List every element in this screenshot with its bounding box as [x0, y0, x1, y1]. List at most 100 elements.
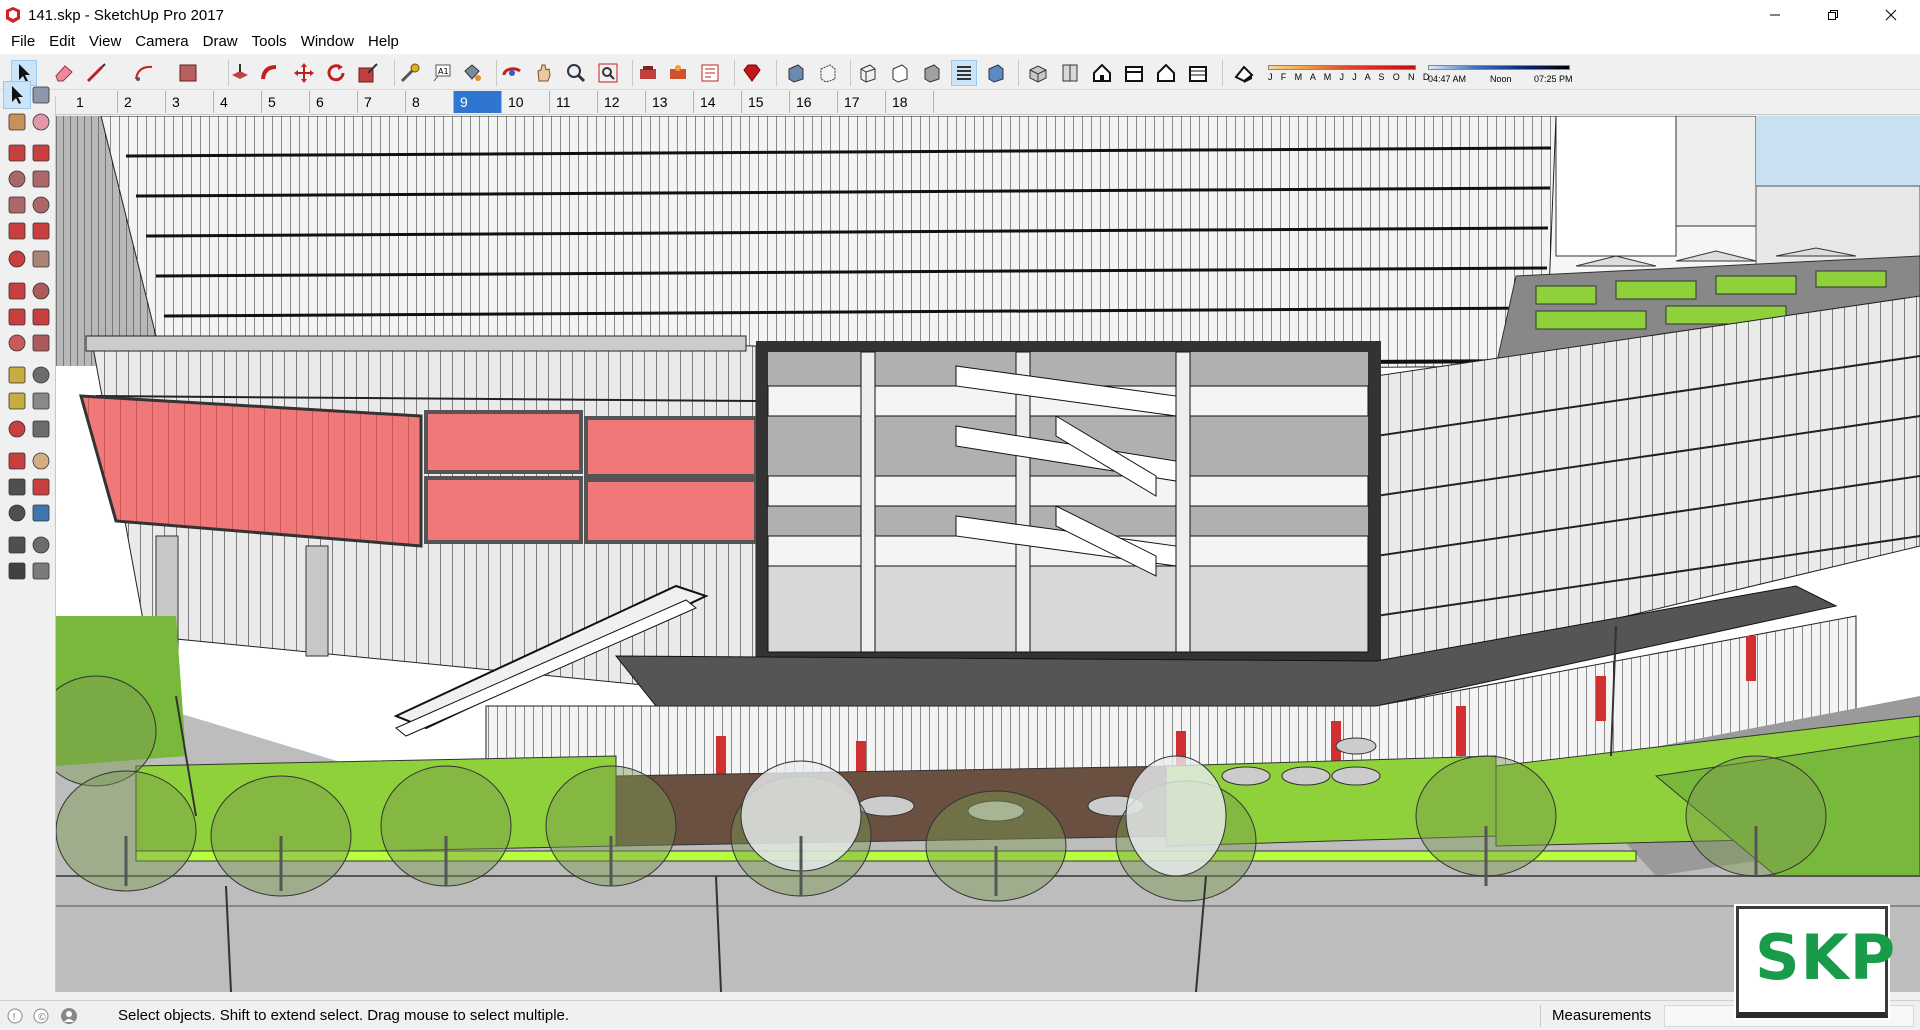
three-point-arc-icon[interactable] — [4, 246, 30, 272]
model-viewport[interactable] — [56, 116, 1920, 992]
paint-bucket-icon[interactable] — [460, 61, 484, 85]
look-around-icon[interactable] — [28, 532, 54, 558]
push-pull-icon[interactable] — [28, 278, 54, 304]
component-tool-icon[interactable] — [28, 82, 54, 108]
previous-view-icon[interactable] — [28, 500, 54, 526]
wireframe-icon[interactable] — [856, 61, 880, 85]
shaded-with-textures-icon[interactable] — [951, 60, 977, 86]
restore-icon[interactable] — [1804, 0, 1862, 30]
scene-tab-7[interactable]: 7 — [358, 91, 406, 113]
menu-view[interactable]: View — [82, 30, 128, 54]
menu-window[interactable]: Window — [294, 30, 361, 54]
axes-icon[interactable] — [4, 416, 30, 442]
select-tool-icon[interactable] — [3, 81, 31, 109]
3d-warehouse-icon[interactable] — [636, 61, 660, 85]
hidden-line-icon[interactable] — [888, 61, 912, 85]
back-edges-icon[interactable] — [816, 61, 840, 85]
scale-icon[interactable] — [356, 61, 380, 85]
shadow-settings-icon[interactable] — [1232, 61, 1256, 85]
right-view-icon[interactable] — [1122, 61, 1146, 85]
zoom-extents-icon[interactable] — [4, 500, 30, 526]
orbit-icon[interactable] — [4, 448, 30, 474]
monochrome-icon[interactable] — [984, 61, 1008, 85]
orbit-icon[interactable] — [500, 61, 524, 85]
scene-tab-10[interactable]: 10 — [502, 91, 550, 113]
scene-tab-14[interactable]: 14 — [694, 91, 742, 113]
scene-tab-12[interactable]: 12 — [598, 91, 646, 113]
eraser-icon[interactable] — [28, 109, 54, 135]
ruby-console-icon[interactable] — [740, 61, 764, 85]
3d-text-icon[interactable] — [28, 416, 54, 442]
scene-tab-2[interactable]: 2 — [118, 91, 166, 113]
freehand-icon[interactable] — [28, 140, 54, 166]
follow-me-icon[interactable] — [28, 304, 54, 330]
pan-icon[interactable] — [28, 448, 54, 474]
scene-tab-9[interactable]: 9 — [454, 91, 502, 113]
move-icon[interactable] — [292, 61, 316, 85]
layout-icon[interactable] — [698, 61, 722, 85]
pan-icon[interactable] — [532, 61, 556, 85]
time-slider-bar[interactable] — [1428, 65, 1570, 70]
menu-tools[interactable]: Tools — [245, 30, 294, 54]
scene-tab-6[interactable]: 6 — [310, 91, 358, 113]
scene-tab-15[interactable]: 15 — [742, 91, 790, 113]
scene-tab-16[interactable]: 16 — [790, 91, 838, 113]
scale-icon[interactable] — [4, 330, 30, 356]
pie-icon[interactable] — [28, 246, 54, 272]
walk-icon[interactable] — [4, 558, 30, 584]
scene-tab-4[interactable]: 4 — [214, 91, 262, 113]
left-view-icon[interactable] — [1186, 61, 1210, 85]
geo-location-icon[interactable]: ! — [6, 1007, 24, 1025]
rotate-icon[interactable] — [324, 61, 348, 85]
zoom-icon[interactable] — [564, 61, 588, 85]
front-view-icon[interactable] — [1090, 61, 1114, 85]
protractor-icon[interactable] — [4, 388, 30, 414]
rectangle-icon[interactable] — [176, 61, 200, 85]
iso-view-icon[interactable] — [1026, 61, 1050, 85]
close-icon[interactable] — [1862, 0, 1920, 30]
zoom-icon[interactable] — [4, 474, 30, 500]
scene-tab-11[interactable]: 11 — [550, 91, 598, 113]
rotate-icon[interactable] — [4, 304, 30, 330]
extension-warehouse-icon[interactable] — [666, 61, 690, 85]
scene-tab-1[interactable]: 1 — [70, 91, 118, 113]
text-icon[interactable] — [28, 388, 54, 414]
text-icon[interactable]: A1 — [430, 61, 454, 85]
xray-icon[interactable] — [784, 61, 808, 85]
paint-bucket-icon[interactable] — [4, 109, 30, 135]
two-point-arc-icon[interactable] — [28, 218, 54, 244]
menu-camera[interactable]: Camera — [128, 30, 195, 54]
tape-measure-icon[interactable] — [4, 362, 30, 388]
line-tool-icon[interactable] — [4, 140, 30, 166]
position-camera-icon[interactable] — [4, 532, 30, 558]
eraser-icon[interactable] — [52, 61, 76, 85]
scene-tab-5[interactable]: 5 — [262, 91, 310, 113]
scene-tab-8[interactable]: 8 — [406, 91, 454, 113]
dimension-icon[interactable] — [28, 362, 54, 388]
move-icon[interactable] — [4, 278, 30, 304]
arc-icon[interactable] — [132, 61, 156, 85]
tape-measure-icon[interactable] — [398, 61, 422, 85]
shaded-icon[interactable] — [920, 61, 944, 85]
credits-icon[interactable]: © — [32, 1007, 50, 1025]
section-plane-icon[interactable] — [28, 558, 54, 584]
polygon-icon[interactable] — [28, 192, 54, 218]
circle-icon[interactable] — [4, 192, 30, 218]
follow-me-icon[interactable] — [258, 61, 282, 85]
scene-tab-3[interactable]: 3 — [166, 91, 214, 113]
user-icon[interactable] — [60, 1007, 78, 1025]
scene-tab-13[interactable]: 13 — [646, 91, 694, 113]
zoom-extents-icon[interactable] — [596, 61, 620, 85]
shadow-date-time-slider[interactable]: J F M A M J J A S O N D 04:47 AM Noon 07… — [1262, 60, 1582, 86]
minimize-icon[interactable] — [1746, 0, 1804, 30]
rectangle-icon[interactable] — [4, 166, 30, 192]
menu-file[interactable]: File — [4, 30, 42, 54]
scene-tab-17[interactable]: 17 — [838, 91, 886, 113]
arc-icon[interactable] — [4, 218, 30, 244]
menu-draw[interactable]: Draw — [196, 30, 245, 54]
menu-edit[interactable]: Edit — [42, 30, 82, 54]
zoom-window-icon[interactable] — [28, 474, 54, 500]
line-icon[interactable] — [84, 61, 108, 85]
menu-help[interactable]: Help — [361, 30, 406, 54]
rotated-rectangle-icon[interactable] — [28, 166, 54, 192]
